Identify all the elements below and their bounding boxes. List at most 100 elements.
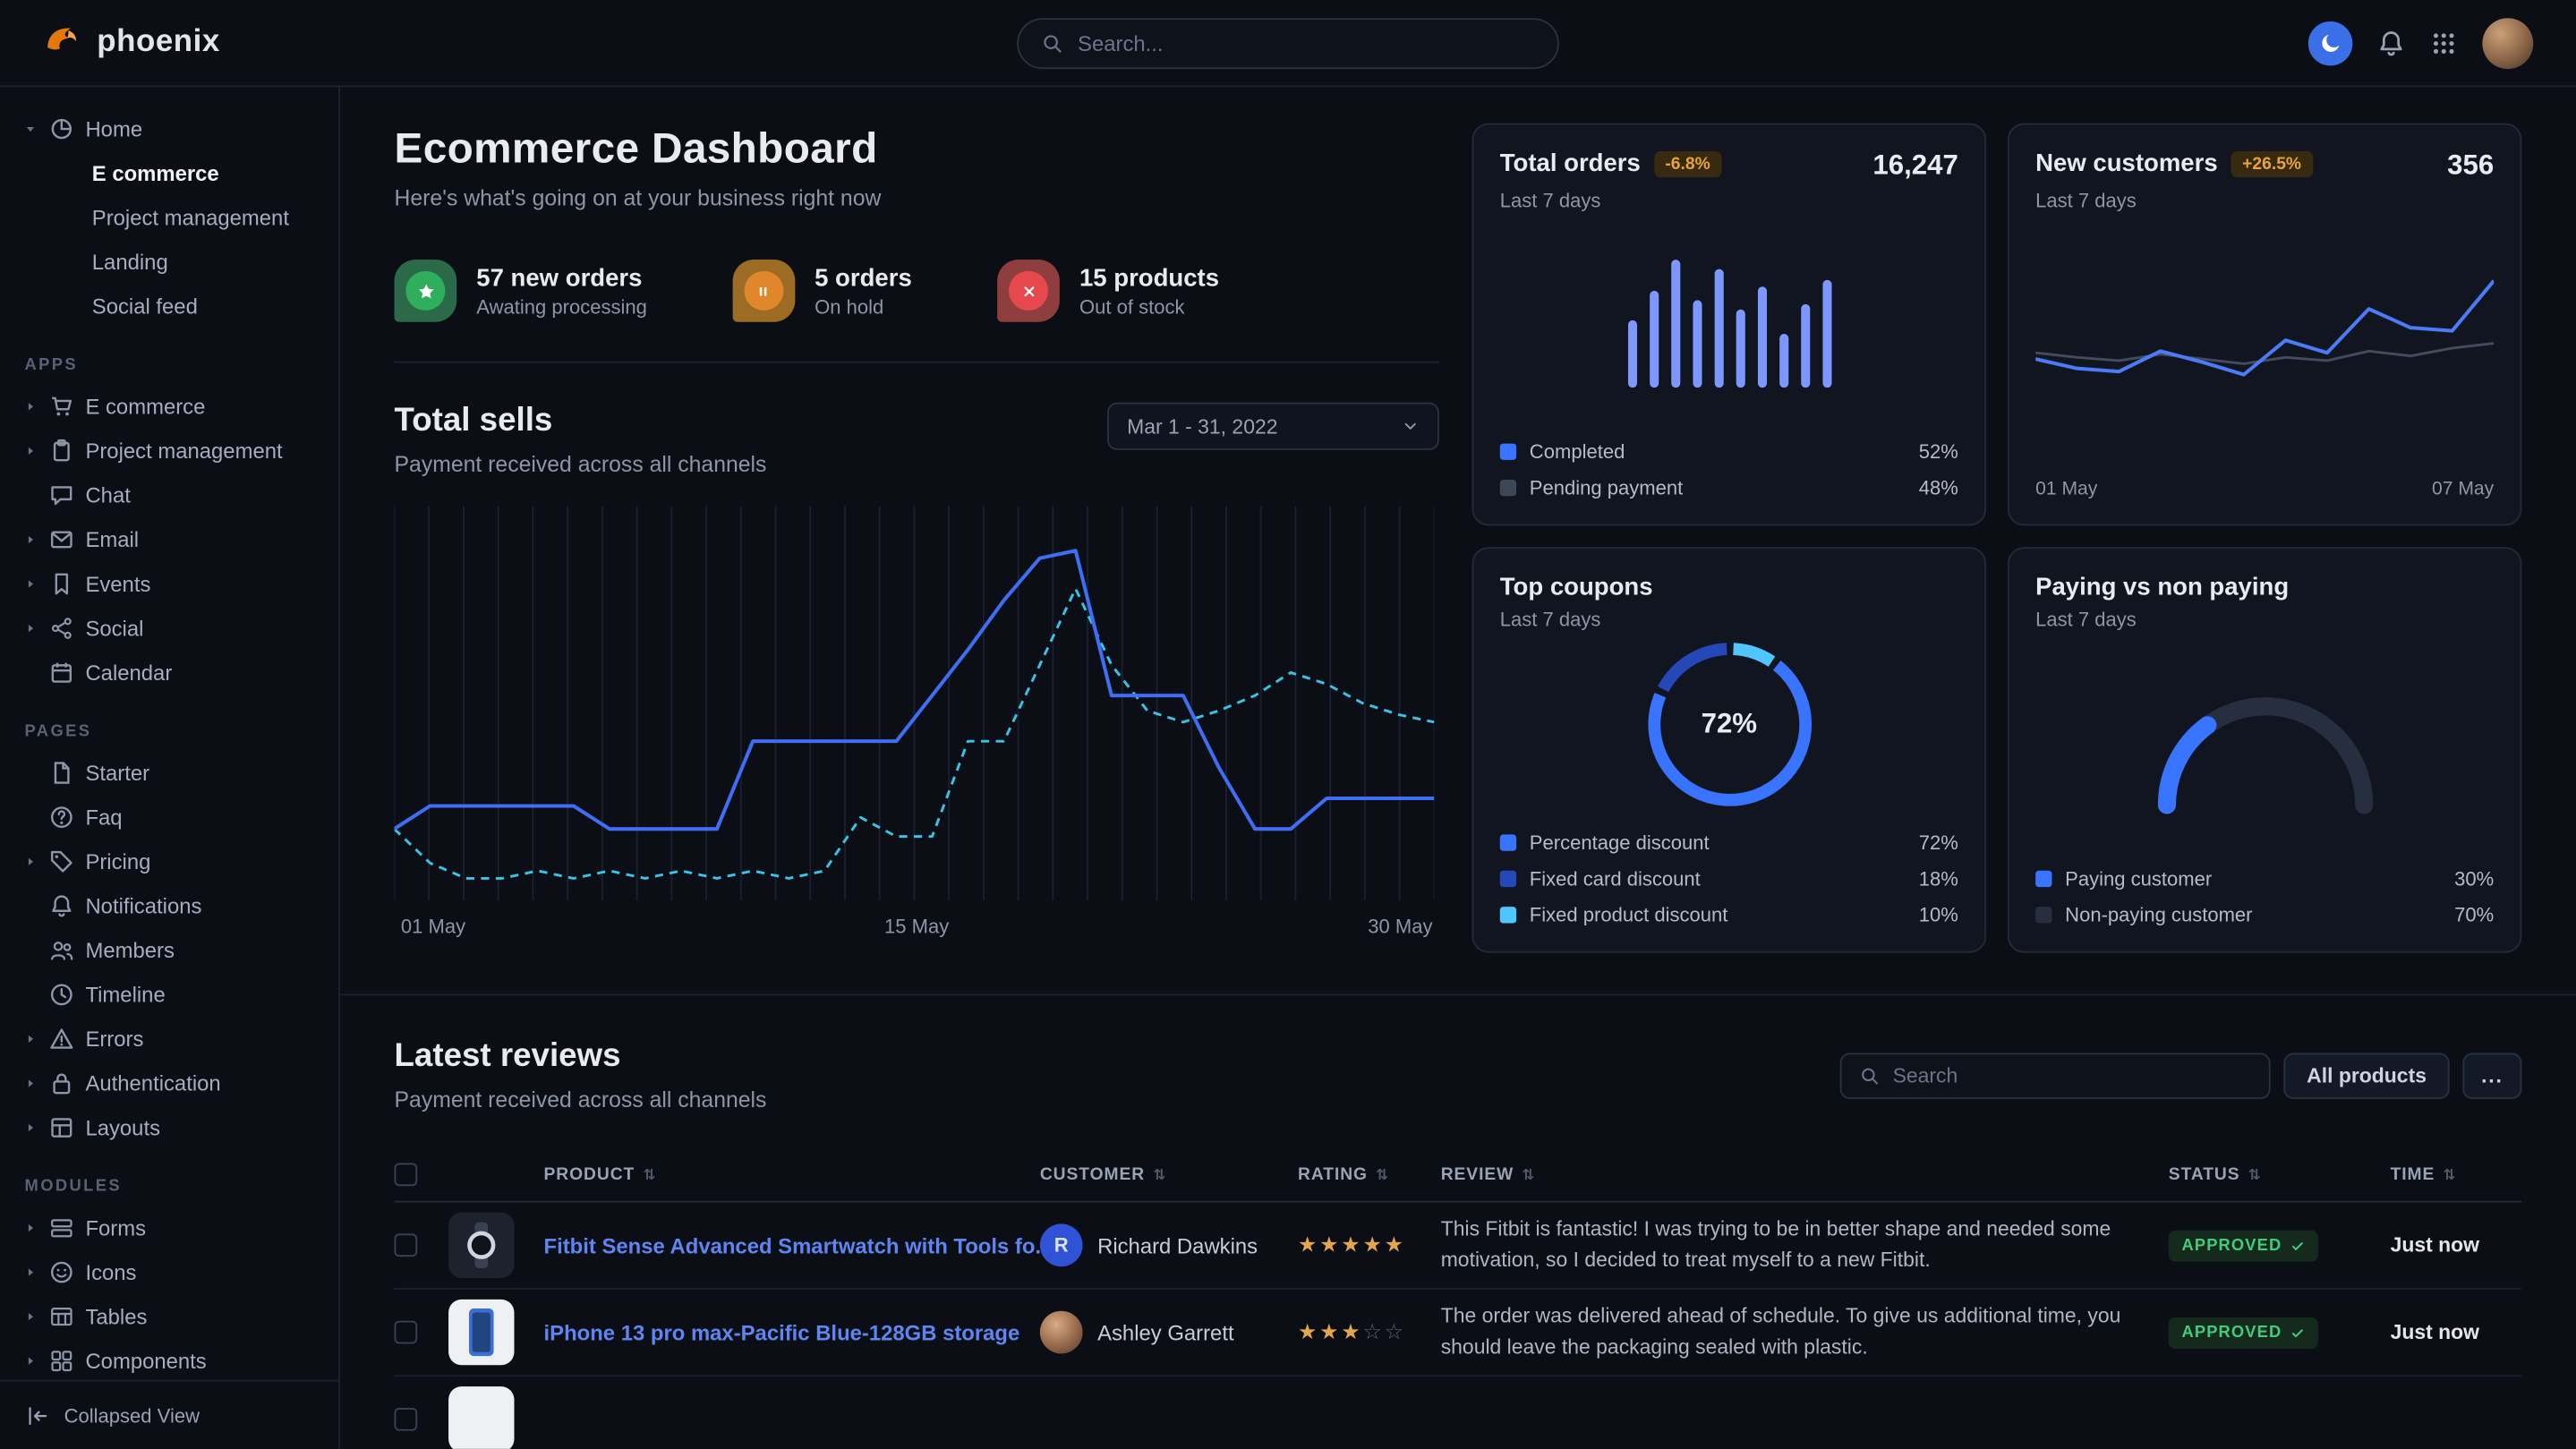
sidebar-item-tables[interactable]: Tables [0, 1294, 338, 1339]
column-status[interactable]: STATUS [2169, 1164, 2391, 1184]
sidebar-item-forms[interactable]: Forms [0, 1206, 338, 1250]
sidebar-item-project-management-dashboard[interactable]: Project management [0, 195, 338, 240]
legend-fixed-card-discount: Fixed card discount 18% [1500, 867, 1958, 891]
stats-row: 57 new orders Awating processing 5 order… [395, 260, 1439, 363]
calendar-icon [49, 661, 74, 686]
theme-toggle-button[interactable] [2308, 21, 2353, 65]
total-sells-x-axis: 01 May 15 May 30 May [395, 915, 1439, 938]
sidebar-item-email[interactable]: Email [0, 517, 338, 562]
row-checkbox[interactable] [395, 1321, 418, 1344]
column-product[interactable]: PRODUCT [544, 1164, 1040, 1184]
pause-icon [755, 282, 772, 300]
caret-right-icon [23, 854, 38, 869]
question-icon [49, 805, 74, 830]
row-checkbox[interactable] [395, 1408, 418, 1431]
reviews-search[interactable] [1840, 1053, 2271, 1098]
sidebar-item-events[interactable]: Events [0, 562, 338, 607]
sidebar-item-pricing[interactable]: Pricing [0, 840, 338, 884]
review-time: Just now [2391, 1233, 2522, 1257]
sidebar-item-errors[interactable]: Errors [0, 1017, 338, 1061]
global-search[interactable] [1017, 17, 1559, 68]
caret-right-icon [23, 621, 38, 636]
rating-stars: ★★★★★ [1298, 1232, 1441, 1258]
column-review[interactable]: REVIEW [1441, 1164, 2169, 1184]
sidebar-item-components[interactable]: Components [0, 1339, 338, 1384]
check-icon [2290, 1325, 2306, 1341]
stat-new-orders: 57 new orders Awating processing [395, 260, 647, 322]
date-range-select[interactable]: Mar 1 - 31, 2022 [1107, 403, 1439, 450]
sidebar-item-ecommerce[interactable]: E commerce [0, 384, 338, 429]
select-all-checkbox[interactable] [395, 1163, 418, 1187]
sidebar-item-calendar[interactable]: Calendar [0, 651, 338, 695]
top-navbar: phoenix [0, 0, 2576, 87]
sidebar-item-timeline[interactable]: Timeline [0, 973, 338, 1018]
sidebar: Home E commerce Project management Landi… [0, 87, 340, 1449]
star-icon [416, 282, 434, 300]
product-image[interactable] [448, 1213, 514, 1278]
column-time[interactable]: TIME [2391, 1164, 2522, 1184]
clock-icon [49, 983, 74, 1008]
review-text: This Fitbit is fantastic! I was trying t… [1441, 1215, 2169, 1276]
topbar-actions [2308, 17, 2533, 68]
sidebar-item-social-feed[interactable]: Social feed [0, 285, 338, 329]
status-badge: APPROVED [2169, 1231, 2318, 1262]
reviews-table: PRODUCT CUSTOMER RATING REVIEW STATUS TI… [395, 1148, 2522, 1449]
sidebar-item-starter[interactable]: Starter [0, 751, 338, 796]
sidebar-item-layouts[interactable]: Layouts [0, 1105, 338, 1150]
user-avatar[interactable] [2482, 17, 2533, 68]
pie-chart-icon [49, 116, 74, 141]
column-customer[interactable]: CUSTOMER [1040, 1164, 1298, 1184]
sidebar-item-social[interactable]: Social [0, 606, 338, 651]
cart-icon [49, 395, 74, 420]
column-rating[interactable]: RATING [1298, 1164, 1441, 1184]
total-orders-value: 16,247 [1872, 149, 1958, 183]
form-icon [49, 1215, 74, 1240]
sidebar-item-project-management[interactable]: Project management [0, 429, 338, 473]
sidebar-item-ecommerce-dashboard[interactable]: E commerce [0, 151, 338, 196]
total-orders-badge: -6.8% [1654, 150, 1722, 176]
product-image[interactable] [448, 1300, 514, 1365]
sidebar-item-members[interactable]: Members [0, 928, 338, 973]
notifications-bell-icon[interactable] [2377, 29, 2405, 56]
kpi-cards: Total orders -6.8% 16,247 Last 7 days Co… [1472, 124, 2522, 994]
latest-reviews-title: Latest reviews [395, 1038, 767, 1076]
new-customers-card: New customers +26.5% 356 Last 7 days 01 … [2008, 124, 2521, 526]
customer-cell: R Richard Dawkins [1040, 1223, 1298, 1266]
sidebar-item-icons[interactable]: Icons [0, 1250, 338, 1295]
table-icon [49, 1304, 74, 1329]
collapse-view-toggle[interactable]: Collapsed View [0, 1380, 338, 1449]
sidebar-item-home[interactable]: Home [0, 107, 338, 151]
new-customers-badge: +26.5% [2231, 150, 2313, 176]
reviews-search-input[interactable] [1893, 1063, 2251, 1087]
sidebar-item-landing[interactable]: Landing [0, 240, 338, 285]
brand-name: phoenix [97, 25, 220, 61]
global-search-input[interactable] [1078, 30, 1534, 55]
customer-avatar[interactable] [1040, 1311, 1083, 1354]
top-coupons-card: Top coupons Last 7 days 72% Percentage d… [1472, 547, 1986, 952]
row-checkbox[interactable] [395, 1233, 418, 1257]
sidebar-item-notifications[interactable]: Notifications [0, 883, 338, 928]
sidebar-section-apps: APPS [0, 328, 338, 384]
x-icon [1019, 282, 1037, 300]
page-subtitle: Here's what's going on at your business … [395, 185, 1439, 210]
sidebar-item-faq[interactable]: Faq [0, 795, 338, 840]
paying-gauge-chart [2133, 664, 2396, 820]
product-link[interactable]: iPhone 13 pro max-Pacific Blue-128GB sto… [544, 1320, 1040, 1345]
legend-percentage-discount: Percentage discount 72% [1500, 831, 1958, 855]
more-options-button[interactable]: ... [2462, 1053, 2521, 1098]
caret-right-icon [23, 1353, 38, 1368]
product-link[interactable]: Fitbit Sense Advanced Smartwatch with To… [544, 1233, 1040, 1258]
file-icon [49, 761, 74, 786]
sidebar-item-chat[interactable]: Chat [0, 473, 338, 518]
apps-grid-icon[interactable] [2430, 29, 2458, 56]
share-icon [49, 616, 74, 641]
product-image[interactable] [448, 1386, 514, 1449]
sidebar-item-authentication[interactable]: Authentication [0, 1061, 338, 1106]
total-sells-title: Total sells [395, 403, 767, 440]
all-products-button[interactable]: All products [2283, 1053, 2449, 1098]
brand[interactable]: phoenix [43, 23, 220, 63]
customer-avatar[interactable]: R [1040, 1223, 1083, 1266]
lock-icon [49, 1071, 74, 1096]
search-icon [1860, 1065, 1880, 1085]
layout-icon [49, 1115, 74, 1140]
